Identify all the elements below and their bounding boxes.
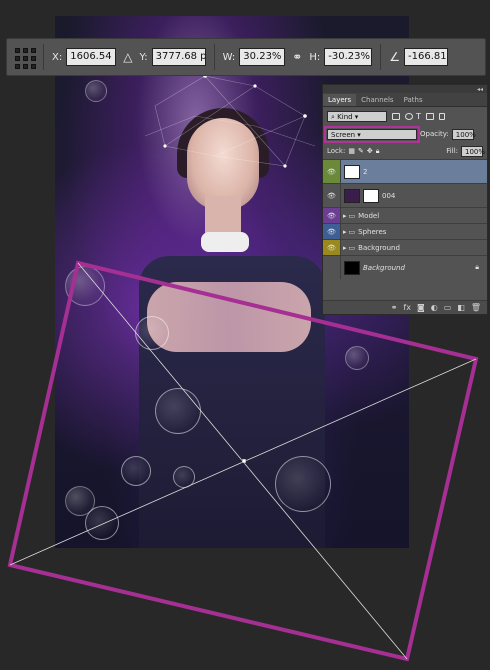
trash-icon[interactable]: 🗑︎ bbox=[471, 303, 481, 312]
filter-kind-select[interactable]: ⌕ Kind ▾ bbox=[327, 110, 387, 122]
layer-mask-thumbnail[interactable] bbox=[363, 188, 379, 203]
tab-layers[interactable]: Layers bbox=[323, 94, 357, 106]
divider bbox=[213, 44, 215, 70]
new-group-icon[interactable]: ▭ bbox=[444, 303, 452, 312]
opacity-input[interactable]: 100% bbox=[451, 128, 476, 140]
blend-mode-select[interactable]: Screen ▾ bbox=[324, 125, 420, 143]
transform-options-bar: X: 1606.54 px △ Y: 3777.68 px W: 30.23% … bbox=[6, 38, 486, 76]
layer-group-row[interactable]: 👁︎ ▸ ▭ Model bbox=[323, 207, 487, 223]
h-label: H: bbox=[309, 51, 321, 63]
layer-row[interactable]: 👁︎ 004 bbox=[323, 183, 487, 207]
lock-position-icon[interactable]: ✥ bbox=[367, 147, 373, 155]
visibility-eye-icon[interactable]: 👁︎ bbox=[323, 160, 341, 183]
y-input[interactable]: 3777.68 px bbox=[151, 48, 206, 66]
link-layers-icon[interactable]: ⚭ bbox=[391, 303, 398, 312]
angle-input[interactable]: -166.81 bbox=[404, 48, 449, 66]
folder-icon: ▭ bbox=[348, 211, 356, 220]
divider bbox=[43, 44, 44, 70]
add-mask-icon[interactable]: ◙ bbox=[417, 303, 425, 312]
adjustment-filter-icon[interactable] bbox=[405, 112, 413, 120]
layer-name: Background bbox=[358, 243, 400, 252]
layer-style-icon[interactable]: fx bbox=[403, 303, 411, 312]
tab-channels[interactable]: Channels bbox=[356, 94, 398, 106]
layer-name: 004 bbox=[382, 191, 396, 200]
lock-icon: 🔒︎ bbox=[475, 263, 479, 271]
panel-tabs: Layers Channels Paths bbox=[323, 93, 487, 107]
layer-group-row[interactable]: 👁︎ ▸ ▭ Spheres bbox=[323, 223, 487, 239]
y-label: Y: bbox=[139, 51, 148, 63]
visibility-eye-icon[interactable]: 👁︎ bbox=[323, 240, 341, 255]
shape-filter-icon[interactable] bbox=[425, 112, 434, 120]
folder-icon: ▭ bbox=[348, 243, 356, 252]
collapse-icon[interactable]: ◂◂ bbox=[477, 86, 483, 93]
opacity-label: Opacity: bbox=[420, 130, 449, 138]
lock-label: Lock: bbox=[327, 147, 346, 155]
lock-row: Lock: ▦ ✎ ✥ 🔒︎ Fill: 100% bbox=[323, 143, 487, 159]
smart-object-filter-icon[interactable] bbox=[438, 112, 445, 120]
visibility-eye-icon[interactable]: 👁︎ bbox=[323, 184, 341, 207]
lock-paint-icon[interactable]: ✎ bbox=[358, 147, 364, 155]
layer-name: 2 bbox=[363, 167, 368, 176]
filter-row: ⌕ Kind ▾ T bbox=[323, 107, 487, 125]
visibility-eye-icon[interactable]: 👁︎ bbox=[323, 208, 341, 223]
filter-kind-label: Kind bbox=[337, 112, 353, 121]
layer-group-row[interactable]: 👁︎ ▸ ▭ Background bbox=[323, 239, 487, 255]
x-input[interactable]: 1606.54 px bbox=[66, 48, 117, 66]
height-input[interactable]: -30.23% bbox=[324, 48, 373, 66]
panel-footer: ⚭ fx ◙ ◐ ▭ ◧ 🗑︎ bbox=[323, 300, 487, 314]
divider bbox=[380, 44, 382, 70]
image-filter-icon[interactable] bbox=[392, 112, 400, 120]
link-icon[interactable]: ⚭ bbox=[292, 50, 302, 64]
rotate-angle-icon: ∠ bbox=[389, 50, 401, 64]
x-label: X: bbox=[52, 51, 63, 63]
folder-icon: ▭ bbox=[348, 227, 356, 236]
relative-position-icon[interactable]: △ bbox=[123, 50, 132, 64]
layer-name: Background bbox=[363, 263, 405, 272]
visibility-eye-icon[interactable] bbox=[323, 256, 341, 279]
panel-header: ◂◂ bbox=[323, 85, 487, 93]
reference-point-icon[interactable] bbox=[13, 46, 36, 69]
w-label: W: bbox=[222, 51, 236, 63]
layers-panel: ◂◂ Layers Channels Paths ⌕ Kind ▾ T Scre… bbox=[322, 84, 488, 315]
layer-row[interactable]: 👁︎ 2 bbox=[323, 159, 487, 183]
layer-thumbnail bbox=[344, 188, 360, 203]
blend-row: Screen ▾ Opacity: 100% bbox=[323, 125, 487, 143]
expand-arrow-icon[interactable]: ▸ bbox=[343, 228, 347, 236]
layer-thumbnail bbox=[344, 164, 360, 179]
lock-all-icon[interactable]: 🔒︎ bbox=[376, 147, 380, 156]
expand-arrow-icon[interactable]: ▸ bbox=[343, 244, 347, 252]
visibility-eye-icon[interactable]: 👁︎ bbox=[323, 224, 341, 239]
type-filter-icon[interactable]: T bbox=[416, 112, 421, 121]
layer-row[interactable]: Background 🔒︎ bbox=[323, 255, 487, 279]
adjustment-layer-icon[interactable]: ◐ bbox=[431, 303, 438, 312]
layer-name: Spheres bbox=[358, 227, 387, 236]
width-input[interactable]: 30.23% bbox=[239, 48, 286, 66]
expand-arrow-icon[interactable]: ▸ bbox=[343, 212, 347, 220]
layer-thumbnail bbox=[344, 260, 360, 275]
new-layer-icon[interactable]: ◧ bbox=[457, 303, 465, 312]
lock-pixels-icon[interactable]: ▦ bbox=[348, 147, 355, 155]
blend-mode-value: Screen bbox=[331, 130, 356, 139]
fill-input[interactable]: 100% bbox=[461, 145, 485, 157]
tab-paths[interactable]: Paths bbox=[399, 94, 428, 106]
layer-name: Model bbox=[358, 211, 380, 220]
fill-label: Fill: bbox=[446, 147, 458, 155]
